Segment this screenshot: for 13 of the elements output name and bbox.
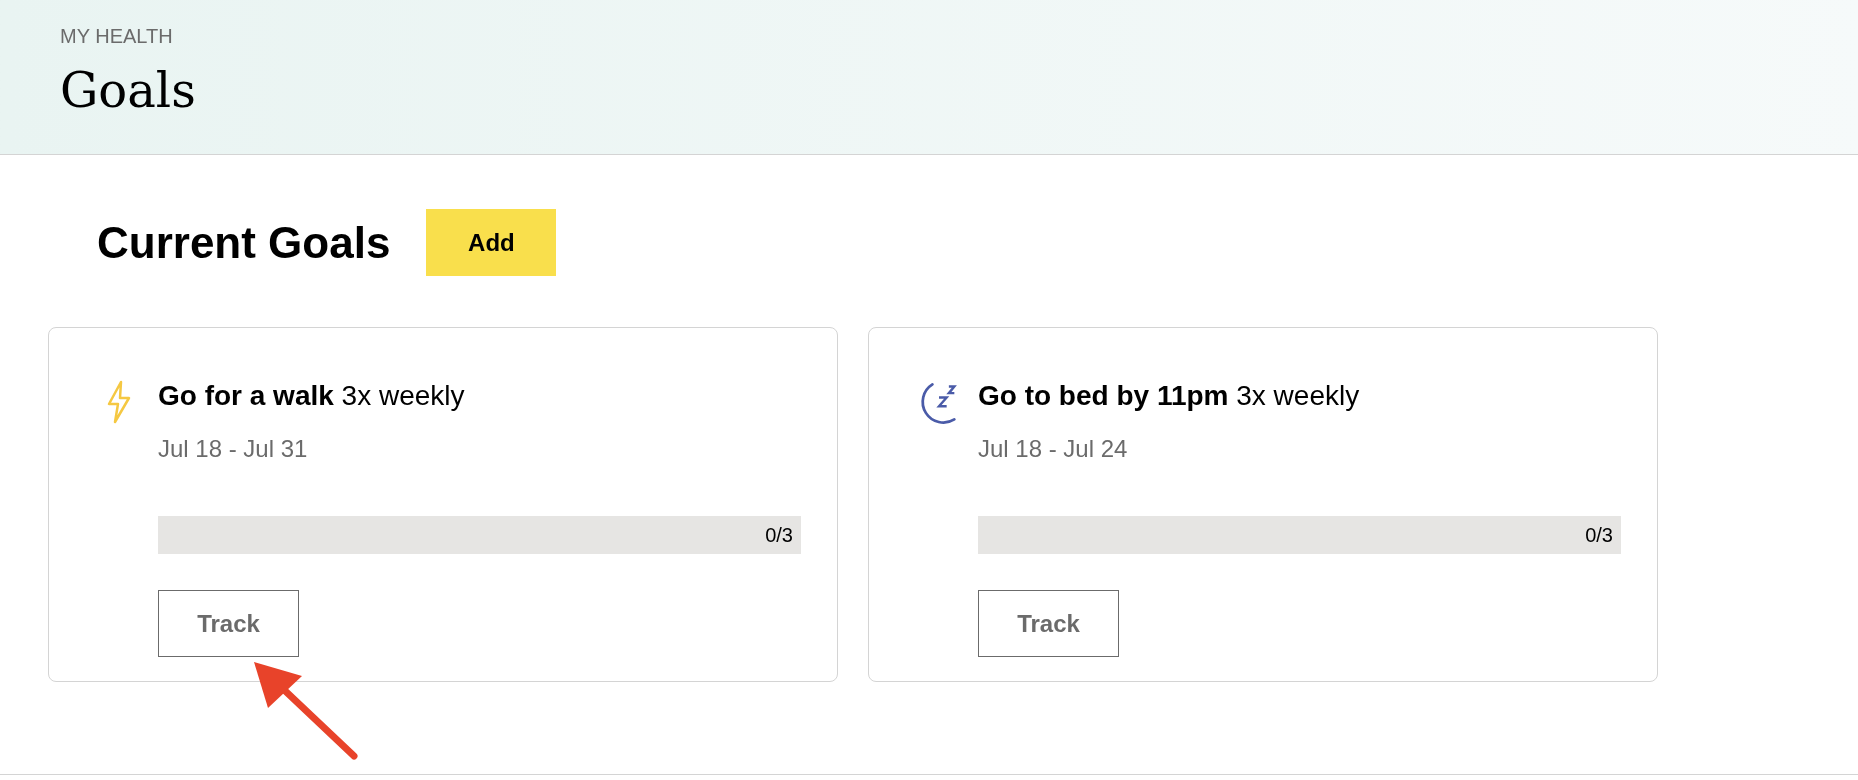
goal-title: Go for a walk 3x weekly [158, 379, 465, 413]
progress-count: 0/3 [1585, 523, 1613, 548]
track-button[interactable]: Track [978, 590, 1119, 657]
breadcrumb-label: MY HEALTH [60, 24, 174, 49]
lightning-bolt-icon [105, 380, 133, 424]
add-button[interactable]: Add [426, 209, 557, 276]
page-title: Goals [60, 62, 197, 118]
goal-title: Go to bed by 11pm 3x weekly [978, 379, 1360, 413]
progress-count: 0/3 [765, 523, 793, 548]
goal-dates: Jul 18 - Jul 24 [978, 434, 1128, 464]
track-button[interactable]: Track [158, 590, 299, 657]
goal-dates: Jul 18 - Jul 31 [158, 434, 308, 464]
section-title: Current Goals [97, 216, 391, 269]
